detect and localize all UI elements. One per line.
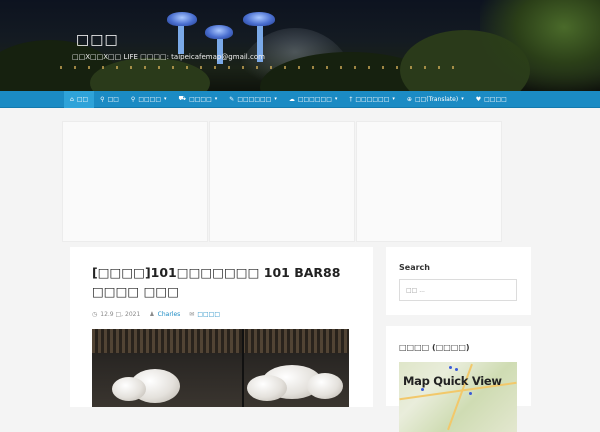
caret-down-icon: ▾ — [392, 96, 395, 102]
home-icon: ⌂ — [70, 95, 74, 103]
nav-item-label: □□□□□□ — [297, 95, 332, 103]
cloud-lamp — [112, 377, 146, 401]
supertree-canopy — [205, 25, 233, 39]
post-date-text: 12.9 □, 2021 — [100, 311, 141, 318]
ceiling-beam — [242, 329, 244, 407]
clock-icon: ◷ — [92, 311, 98, 318]
search-widget-title: Search — [399, 263, 430, 272]
palm-tree — [480, 0, 600, 91]
post-date: ◷ 12.9 □, 2021 — [92, 311, 140, 318]
city-lights — [60, 66, 460, 69]
supertree-canopy — [243, 12, 275, 26]
cloud-lamp — [247, 375, 287, 401]
post-meta: ◷ 12.9 □, 2021 ♟ Charles ✉ □□□□ — [92, 311, 229, 318]
supertree-canopy — [167, 12, 197, 26]
heart-icon: ♥ — [475, 95, 482, 103]
post-category-link[interactable]: □□□□ — [197, 311, 220, 318]
nav-item-label: □□□□□□ — [237, 95, 272, 103]
caret-down-icon: ▾ — [274, 96, 277, 102]
map-widget: □□□□ (□□□□) Map Quick View — [386, 326, 531, 432]
pin-icon: † — [349, 95, 353, 103]
nav-item-0[interactable]: ⌂ □□ — [64, 90, 95, 108]
nav-item-7[interactable]: ⊕ □□(Translate) ▾ — [401, 91, 470, 108]
nav-item-label: □□(Translate) — [414, 95, 459, 103]
map-quick-view[interactable]: Map Quick View — [399, 362, 517, 432]
nav-item-2[interactable]: ⚲ □□□□ ▾ — [125, 91, 173, 108]
map-thumb-text: Map Quick View — [403, 374, 502, 388]
location-pin-icon: ⚲ — [130, 95, 136, 103]
globe-icon: ⊕ — [406, 95, 412, 103]
ceiling-slats — [92, 329, 349, 353]
nav-item-3[interactable]: ⛟ □□□□ ▾ — [173, 91, 224, 108]
map-pin — [469, 392, 472, 395]
site-title[interactable]: □□□ — [76, 32, 119, 48]
comment-icon: ✉ — [189, 311, 195, 318]
ad-slot-1[interactable] — [62, 121, 208, 242]
nav-item-6[interactable]: † □□□□□□ ▾ — [343, 91, 401, 108]
map-pin — [421, 388, 424, 391]
search-input[interactable]: □□ ... — [399, 279, 517, 301]
nav-item-label: □□□□ — [189, 95, 212, 103]
nav-item-label: □□□□ — [138, 95, 161, 103]
post-author[interactable]: ♟ Charles — [149, 311, 180, 318]
caret-down-icon: ▾ — [461, 96, 464, 102]
nav-item-label: □□□□ — [484, 95, 507, 103]
header-banner: □□□ □□X□□X□□ LIFE □□□□: taipeicafemap@gm… — [0, 0, 600, 91]
nav-item-1[interactable]: ⚲ □□ — [94, 91, 125, 108]
nav-item-label: □□ — [76, 95, 89, 103]
pencil-icon: ✎ — [229, 95, 235, 103]
map-pin — [455, 368, 458, 371]
search-widget: Search □□ ... — [386, 247, 531, 315]
caret-down-icon: ▾ — [214, 96, 218, 102]
main-nav: ⌂ □□ ⚲ □□ ⚲ □□□□ ▾ ⛟ □□□□ ▾ ✎ □□□□□□ ▾ ☁ □□□□□□ ▾ † □□□□□… — [0, 90, 600, 108]
nav-item-label: □□ — [107, 95, 119, 103]
supertree-trunk — [178, 22, 184, 54]
user-icon: ♟ — [149, 311, 155, 318]
ad-slot-3[interactable] — [356, 121, 502, 242]
post-card: [□□□□]101□□□□□□□ 101 BAR88 □□□□ □□□ ◷ 12… — [70, 247, 373, 407]
caret-down-icon: ▾ — [164, 96, 167, 102]
site-tagline: □□X□□X□□ LIFE □□□□: taipeicafemap@gmail.… — [72, 53, 265, 61]
car-icon: ⛟ — [178, 95, 187, 102]
post-title[interactable]: [□□□□]101□□□□□□□ 101 BAR88 □□□□ □□□ — [92, 263, 352, 301]
post-category[interactable]: ✉ □□□□ — [189, 311, 220, 318]
nav-item-5[interactable]: ☁ □□□□□□ ▾ — [283, 91, 344, 108]
post-author-link[interactable]: Charles — [158, 311, 181, 318]
ad-slot-2[interactable] — [209, 121, 355, 242]
map-pin — [449, 366, 452, 369]
nav-item-8[interactable]: ♥ □□□□ — [470, 91, 513, 108]
nav-item-label: □□□□□□ — [355, 95, 390, 103]
caret-down-icon: ▾ — [334, 96, 338, 102]
featured-image[interactable] — [92, 329, 349, 407]
search-icon: ⚲ — [100, 95, 105, 103]
nav-item-4[interactable]: ✎ □□□□□□ ▾ — [223, 91, 283, 108]
cloud-icon: ☁ — [288, 95, 295, 103]
map-widget-title: □□□□ (□□□□) — [399, 343, 470, 352]
cloud-lamp — [307, 373, 343, 399]
